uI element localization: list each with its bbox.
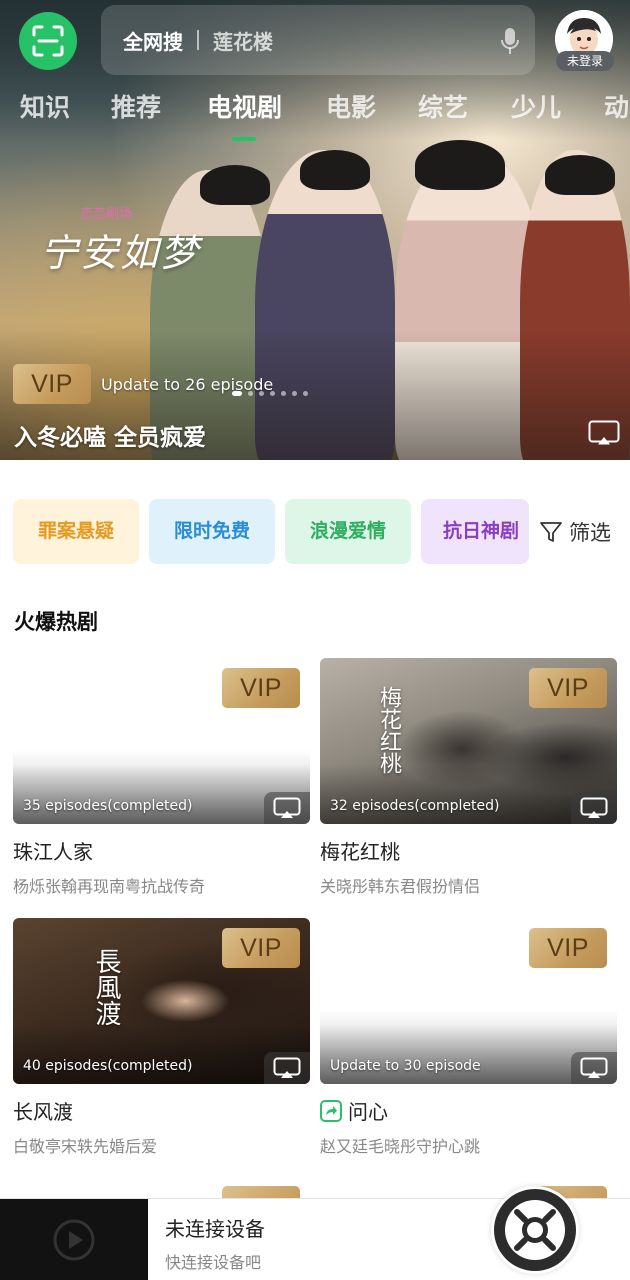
tab-tv-series[interactable]: 电视剧	[207, 88, 282, 124]
login-status-badge[interactable]: 未登录	[556, 51, 614, 71]
drama-subtitle: 白敬亭宋轶先婚后爱	[13, 1137, 158, 1156]
play-icon	[53, 1219, 95, 1261]
drama-poster[interactable]: VIP Update to 30 episode	[320, 918, 617, 1084]
drama-title[interactable]: 梅花红桃	[320, 836, 617, 865]
cast-icon	[273, 797, 301, 818]
drama-title: 问心	[348, 1100, 388, 1124]
banner-page-indicator	[232, 391, 308, 396]
device-status-title: 未连接设备	[165, 1217, 265, 1241]
cast-button[interactable]	[571, 792, 617, 824]
search-input[interactable]: 莲花楼	[213, 26, 273, 55]
vip-badge: VIP	[529, 928, 607, 968]
episode-count: 35 episodes(completed)	[23, 798, 193, 814]
cast-button[interactable]	[264, 1052, 310, 1084]
banner-image-detail	[415, 140, 505, 190]
filter-button[interactable]: 筛选	[537, 499, 630, 564]
user-avatar-button[interactable]: 未登录	[555, 10, 615, 72]
device-status-subtitle: 快连接设备吧	[165, 1253, 262, 1272]
remote-control-button[interactable]	[491, 1186, 579, 1274]
search-bar[interactable]: 全网搜 莲花楼	[101, 5, 535, 75]
filter-icon	[540, 521, 562, 542]
drama-subtitle: 关晓彤韩东君假扮情侣	[320, 877, 481, 896]
episode-count: 40 episodes(completed)	[23, 1058, 193, 1074]
banner-image-detail	[200, 165, 270, 205]
drama-card[interactable]: 長風渡 VIP 40 episodes(completed) 长风渡 白敬亭宋轶…	[13, 918, 310, 1157]
episode-count: Update to 30 episode	[330, 1058, 481, 1074]
show-logo: 宁安如梦	[40, 231, 201, 275]
vip-badge: VIP	[529, 668, 607, 708]
tab-kids[interactable]: 少儿	[511, 88, 561, 124]
cast-button[interactable]	[587, 418, 621, 448]
drama-subtitle: 赵又廷毛晓彤守护心跳	[320, 1137, 481, 1156]
poster-calligraphy: 長風渡	[91, 948, 121, 1026]
drama-title[interactable]: 珠江人家	[13, 836, 310, 865]
cast-button[interactable]	[264, 792, 310, 824]
chip-war-drama[interactable]: 抗日神剧	[421, 499, 529, 564]
vip-badge: VIP	[222, 928, 300, 968]
tab-movies[interactable]: 电影	[326, 88, 376, 124]
tab-anime[interactable]: 动	[604, 88, 629, 124]
poster-calligraphy: 梅花红桃	[376, 686, 401, 774]
episode-count: 32 episodes(completed)	[330, 798, 500, 814]
search-scope-label[interactable]: 全网搜	[123, 26, 183, 55]
active-tab-indicator	[232, 137, 256, 141]
drama-card[interactable]: VIP Update to 30 episode 问心 赵又廷毛晓彤守护心跳	[320, 918, 617, 1157]
tab-variety[interactable]: 综艺	[418, 88, 468, 124]
cast-icon	[273, 1057, 301, 1078]
category-tabs: 知识 推荐 电视剧 电影 综艺 少儿 动	[0, 88, 630, 144]
vip-badge: VIP	[222, 668, 300, 708]
drama-card[interactable]: 梅花红桃 VIP 32 episodes(completed) 梅花红桃 关晓彤…	[320, 658, 617, 897]
player-thumbnail[interactable]	[0, 1199, 148, 1280]
cast-button[interactable]	[571, 1052, 617, 1084]
search-divider	[197, 30, 199, 50]
remote-control-icon	[494, 1189, 576, 1271]
drama-card[interactable]: VIP 35 episodes(completed) 珠江人家 杨烁张翰再现南粤…	[13, 658, 310, 897]
drama-poster[interactable]: 梅花红桃 VIP 32 episodes(completed)	[320, 658, 617, 824]
chip-crime-mystery[interactable]: 罪案悬疑	[13, 499, 139, 564]
banner-image-detail	[545, 155, 615, 195]
drama-title[interactable]: 长风渡	[13, 1096, 310, 1125]
chip-romance[interactable]: 浪漫爱情	[285, 499, 411, 564]
filter-label: 筛选	[569, 520, 611, 545]
section-title: 火爆热剧	[14, 610, 98, 634]
scan-icon	[32, 25, 64, 57]
microphone-icon[interactable]	[501, 27, 519, 55]
vip-badge: VIP	[13, 364, 91, 404]
tab-recommend[interactable]: 推荐	[111, 88, 161, 124]
cast-icon	[580, 797, 608, 818]
banner-title: 入冬必嗑 全员疯爱	[14, 425, 207, 451]
show-logo-tag: 恋恋剧场	[80, 207, 133, 222]
share-icon	[320, 1099, 342, 1122]
drama-poster[interactable]: 長風渡 VIP 40 episodes(completed)	[13, 918, 310, 1084]
category-chips: 罪案悬疑 限时免费 浪漫爱情 抗日神剧 筛选	[13, 499, 630, 565]
tab-knowledge[interactable]: 知识	[20, 88, 70, 124]
cast-icon	[580, 1057, 608, 1078]
banner-image-detail	[300, 150, 370, 190]
drama-subtitle: 杨烁张翰再现南粤抗战传奇	[13, 877, 206, 896]
cast-icon	[588, 420, 620, 445]
drama-poster[interactable]: VIP 35 episodes(completed)	[13, 658, 310, 824]
scan-button[interactable]	[19, 12, 77, 70]
chip-limited-free[interactable]: 限时免费	[149, 499, 275, 564]
drama-title-row[interactable]: 问心	[320, 1096, 617, 1125]
